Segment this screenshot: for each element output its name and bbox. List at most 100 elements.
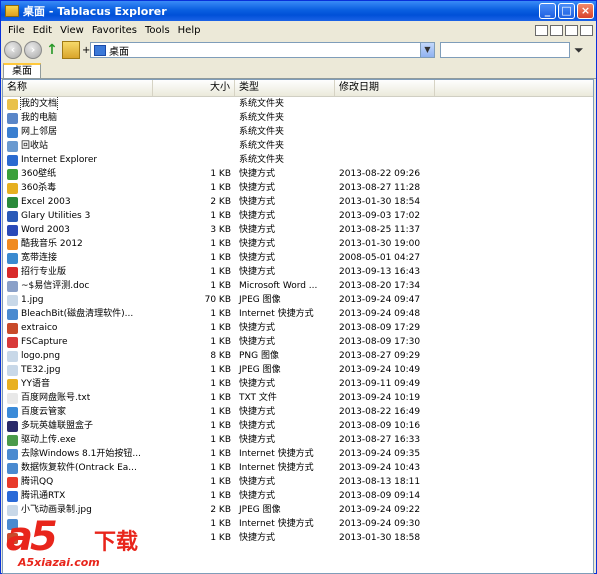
file-row[interactable]: FSCapture 1 KB 快捷方式 2013-08-09 17:30: [3, 335, 593, 349]
file-row[interactable]: 360杀毒 1 KB 快捷方式 2013-08-27 11:28: [3, 181, 593, 195]
file-row[interactable]: 百度网盘账号.txt 1 KB TXT 文件 2013-09-24 10:19: [3, 391, 593, 405]
file-size: 2 KB: [210, 197, 231, 207]
file-row[interactable]: ~$易信评测.doc 1 KB Microsoft Word ... 2013-08-…: [3, 279, 593, 293]
file-row[interactable]: Word 2003 3 KB 快捷方式 2013-08-25 11:37: [3, 223, 593, 237]
file-size: 1 KB: [210, 183, 231, 193]
file-row[interactable]: TE32.jpg 1 KB JPEG 图像 2013-09-24 10:49: [3, 363, 593, 377]
file-name: 数据恢复软件(Ontrack Ea...: [21, 463, 137, 473]
layout-tree-icon[interactable]: [565, 24, 578, 36]
tab-desktop[interactable]: 桌面: [3, 63, 41, 78]
title-bar[interactable]: 桌面 - Tablacus Explorer _ □ ×: [1, 1, 596, 21]
file-row[interactable]: 网上邻居 系统文件夹: [3, 125, 593, 139]
menu-tools[interactable]: Tools: [141, 25, 174, 36]
file-date: 2013-08-13 18:11: [339, 477, 421, 487]
file-row[interactable]: 数据恢复软件(Ontrack Ea... 1 KB Internet 快捷方式 201…: [3, 461, 593, 475]
file-size: 1 KB: [210, 253, 231, 263]
file-size: 1 KB: [210, 435, 231, 445]
file-row[interactable]: 回收站 系统文件夹: [3, 139, 593, 153]
column-name[interactable]: 名称: [3, 80, 153, 96]
file-type: 快捷方式: [239, 379, 276, 389]
file-name: 网上邻居: [21, 127, 58, 137]
file-row[interactable]: 1.jpg 70 KB JPEG 图像 2013-09-24 09:47: [3, 293, 593, 307]
file-row[interactable]: logo.png 8 KB PNG 图像 2013-08-27 09:29: [3, 349, 593, 363]
file-row[interactable]: extraico 1 KB 快捷方式 2013-08-09 17:29: [3, 321, 593, 335]
glary-icon: [7, 210, 18, 222]
file-row[interactable]: 我的电脑 系统文件夹: [3, 111, 593, 125]
menu-edit[interactable]: Edit: [29, 25, 56, 36]
fscapture-icon: [7, 336, 18, 348]
layout-split-icon[interactable]: [550, 24, 563, 36]
file-date: 2013-09-24 10:43: [339, 463, 421, 473]
back-button[interactable]: ‹: [4, 41, 22, 59]
column-type[interactable]: 类型: [235, 80, 335, 96]
file-name: 去除Windows 8.1开始按钮...: [21, 449, 141, 459]
menu-help[interactable]: Help: [174, 25, 205, 36]
file-date: 2013-09-24 09:22: [339, 505, 421, 515]
minimize-button[interactable]: _: [539, 3, 556, 19]
file-row[interactable]: Excel 2003 2 KB 快捷方式 2013-01-30 18:54: [3, 195, 593, 209]
file-row[interactable]: 多玩英雄联盟盒子 1 KB 快捷方式 2013-08-09 10:16: [3, 419, 593, 433]
file-name: TE32.jpg: [21, 365, 61, 375]
file-row[interactable]: 宽带连接 1 KB 快捷方式 2008-05-01 04:27: [3, 251, 593, 265]
file-row[interactable]: Internet Explorer 系统文件夹: [3, 153, 593, 167]
file-list[interactable]: 名称 大小 类型 修改日期 我的文档 系统文件夹 我的电脑 系统文件夹 网上邻居 系统文件…: [2, 79, 594, 574]
file-date: 2013-08-20 17:34: [339, 281, 421, 291]
chevron-down-icon[interactable]: ▼: [420, 43, 434, 57]
menu-view[interactable]: View: [56, 25, 88, 36]
column-date[interactable]: 修改日期: [335, 80, 435, 96]
shortcut-icon: [7, 322, 18, 334]
file-row[interactable]: 我的文档 系统文件夹: [3, 97, 593, 111]
up-button[interactable]: ↑: [44, 41, 60, 59]
file-type: TXT 文件: [239, 393, 277, 403]
ie-icon: [7, 154, 18, 166]
file-row[interactable]: 360壁纸 1 KB 快捷方式 2013-08-22 09:26: [3, 167, 593, 181]
file-date: 2013-09-24 09:35: [339, 449, 421, 459]
file-name: Glary Utilities 3: [21, 211, 91, 221]
file-date: 2013-08-09 09:14: [339, 491, 421, 501]
watermark-brand: a5: [6, 514, 58, 560]
file-name-cell: 我的电脑: [3, 111, 153, 125]
file-type: 快捷方式: [239, 477, 276, 487]
qq-icon: [7, 476, 18, 488]
file-row[interactable]: 腾讯通RTX 1 KB 快捷方式 2013-08-09 09:14: [3, 489, 593, 503]
file-name-cell: BleachBit(磁盘清理软件)...: [3, 307, 153, 321]
file-row[interactable]: BleachBit(磁盘清理软件)... 1 KB Internet 快捷方式 201…: [3, 307, 593, 321]
my-documents-icon: [7, 98, 18, 110]
file-size: 1 KB: [210, 477, 231, 487]
layout-single-icon[interactable]: [535, 24, 548, 36]
file-row[interactable]: 驱动上传.exe 1 KB 快捷方式 2013-08-27 16:33: [3, 433, 593, 447]
file-size: 1 KB: [210, 267, 231, 277]
file-type: 快捷方式: [239, 491, 276, 501]
close-button[interactable]: ×: [577, 3, 594, 19]
forward-button[interactable]: ›: [24, 41, 42, 59]
file-name: Internet Explorer: [21, 155, 98, 165]
url-icon: [7, 308, 18, 320]
file-name: 百度网盘账号.txt: [21, 393, 91, 403]
file-date: 2013-08-09 17:30: [339, 337, 421, 347]
address-field[interactable]: 桌面 ▼: [90, 42, 435, 58]
filter-icon[interactable]: ⏷: [574, 43, 584, 58]
file-name-cell: logo.png: [3, 349, 153, 363]
file-type: Microsoft Word ...: [239, 281, 318, 291]
column-size[interactable]: 大小: [153, 80, 235, 96]
file-name: Word 2003: [21, 225, 70, 235]
file-row[interactable]: Glary Utilities 3 1 KB 快捷方式 2013-09-03 17:0…: [3, 209, 593, 223]
file-row[interactable]: 招行专业版 1 KB 快捷方式 2013-09-13 16:43: [3, 265, 593, 279]
file-row[interactable]: 去除Windows 8.1开始按钮... 1 KB Internet 快捷方式 201…: [3, 447, 593, 461]
file-name: extraico: [21, 323, 58, 333]
file-row[interactable]: 酷我音乐 2012 1 KB 快捷方式 2013-01-30 19:00: [3, 237, 593, 251]
maximize-button[interactable]: □: [558, 3, 575, 19]
watermark-logo: a5 下载 A5xiazai.com: [6, 512, 156, 572]
file-row[interactable]: 腾讯QQ 1 KB 快捷方式 2013-08-13 18:11: [3, 475, 593, 489]
new-tab-button[interactable]: +: [82, 45, 90, 56]
layout-preview-icon[interactable]: [580, 24, 593, 36]
file-name-cell: extraico: [3, 321, 153, 335]
file-row[interactable]: 百度云管家 1 KB 快捷方式 2013-08-22 16:49: [3, 405, 593, 419]
folders-button[interactable]: [62, 41, 80, 59]
file-row[interactable]: YY语音 1 KB 快捷方式 2013-09-11 09:49: [3, 377, 593, 391]
search-input[interactable]: [440, 42, 570, 58]
menu-file[interactable]: File: [4, 25, 29, 36]
menu-favorites[interactable]: Favorites: [88, 25, 141, 36]
file-type: 系统文件夹: [239, 155, 285, 165]
file-name: 360壁纸: [21, 169, 57, 179]
